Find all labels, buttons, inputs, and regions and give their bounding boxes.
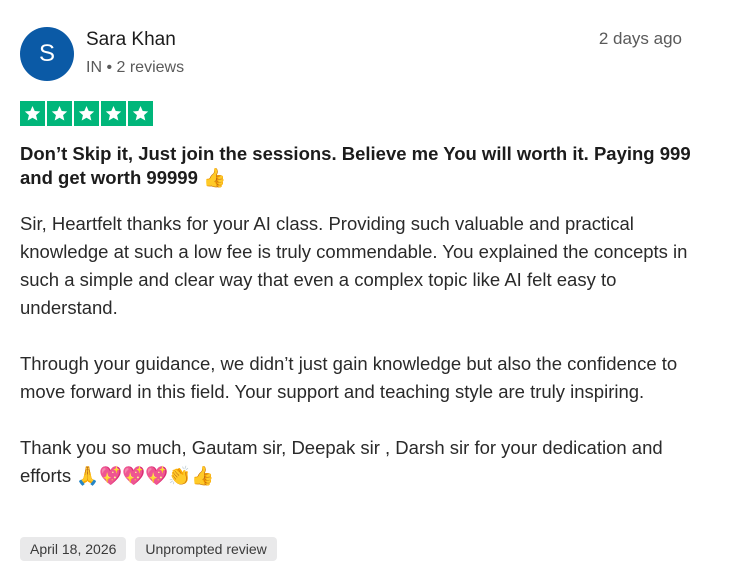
avatar-initial: S [38, 40, 55, 67]
review-paragraph: Sir, Heartfelt thanks for your AI class.… [20, 213, 688, 318]
star-icon [47, 101, 72, 126]
star-icon [20, 101, 45, 126]
review-paragraph: Through your guidance, we didn’t just ga… [20, 353, 678, 402]
star-icon [74, 101, 99, 126]
star-rating [20, 101, 153, 126]
review-paragraph: Thank you so much, Gautam sir, Deepak si… [20, 437, 663, 486]
review-title[interactable]: Don’t Skip it, Just join the sessions. B… [20, 142, 710, 190]
reviewer-meta: IN • 2 reviews [86, 59, 185, 76]
date-badge: April 18, 2026 [20, 537, 127, 561]
unprompted-badge[interactable]: Unprompted review [135, 537, 277, 561]
review-date: 2 days ago [598, 29, 682, 48]
review-tags: April 18, 2026 Unprompted review [20, 537, 277, 561]
star-icon [128, 101, 153, 126]
review-body: Sir, Heartfelt thanks for your AI class.… [20, 210, 710, 490]
star-icon [101, 101, 126, 126]
avatar[interactable]: S [20, 27, 74, 81]
reviewer-name[interactable]: Sara Khan [86, 29, 176, 51]
